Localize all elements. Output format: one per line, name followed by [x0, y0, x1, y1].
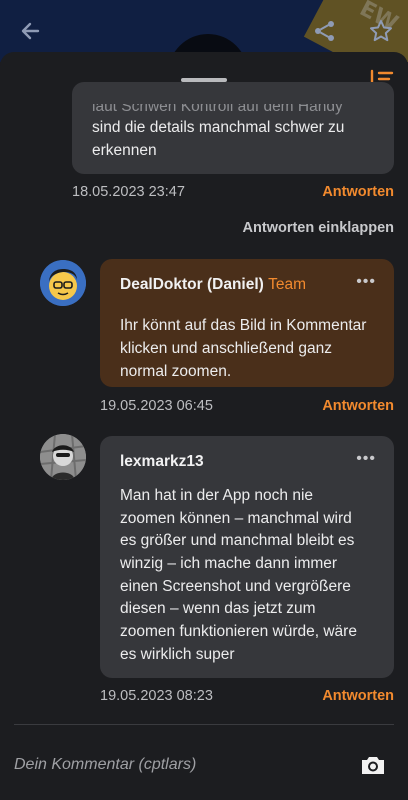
comment-bubble: laut Scriwen Kontroll auf dem Handy sind… [72, 82, 394, 174]
share-icon[interactable] [312, 18, 338, 44]
comment-text-line: einen Screenshot und vergrößere [120, 578, 351, 595]
comment-text-line: normal zoomen. [120, 363, 232, 380]
comment-text-line: Man hat in der App noch nie [120, 487, 314, 504]
comment-text-line: sind die details manchmal schwer zu [92, 119, 345, 136]
reply-button[interactable]: Antworten [322, 688, 394, 704]
comments-sheet: laut Scriwen Kontroll auf dem Handy sind… [0, 52, 408, 800]
comment-date: 19.05.2023 08:23 [100, 688, 213, 704]
more-options-icon[interactable]: ••• [356, 450, 376, 468]
reply-button[interactable]: Antworten [322, 184, 394, 200]
comment-date: 18.05.2023 23:47 [72, 184, 185, 200]
comment-text-line: es wirklich super [120, 646, 235, 663]
comment-text-line: zoomen funktionieren würde, wäre [120, 623, 357, 640]
comment-input[interactable]: Dein Kommentar (cptlars) [14, 756, 196, 774]
comment-text-partial: laut Scriwen Kontroll auf dem Handy [92, 98, 343, 115]
comment-text-line: es größer und manchmal bleibt es [120, 532, 355, 549]
avatar[interactable] [40, 260, 86, 306]
more-options-icon[interactable]: ••• [356, 273, 376, 291]
comment-text-line: zoomen können – manchmal wird [120, 510, 352, 527]
comment-text-line: winzig – ich mache dann immer [120, 555, 338, 572]
comment-bubble: lexmarkz13 ••• Man hat in der App noch n… [100, 436, 394, 678]
reply-button[interactable]: Antworten [322, 398, 394, 414]
comment-author[interactable]: DealDoktor (Daniel) Team [120, 276, 306, 294]
camera-icon[interactable] [360, 754, 386, 776]
comment-bubble-team: DealDoktor (Daniel) Team ••• Ihr könnt a… [100, 259, 394, 387]
comment-text-line: Ihr könnt auf das Bild in Kommentar [120, 317, 367, 334]
comment-author[interactable]: lexmarkz13 [120, 453, 204, 471]
divider [14, 724, 394, 725]
avatar[interactable] [40, 434, 86, 480]
comment-date: 19.05.2023 06:45 [100, 398, 213, 414]
comment-input-bar: Dein Kommentar (cptlars) [0, 732, 408, 800]
comment-text-line: klicken und anschließend ganz [120, 340, 332, 357]
star-icon[interactable] [368, 18, 394, 44]
comment-text-line: erkennen [92, 142, 157, 159]
team-badge: Team [268, 276, 307, 293]
author-name: DealDoktor (Daniel) [120, 276, 264, 293]
collapse-replies-button[interactable]: Antworten einklappen [243, 220, 394, 236]
comment-text-line: diesen – wenn das jetzt zum [120, 600, 316, 617]
arrow-left-icon[interactable] [18, 18, 44, 44]
